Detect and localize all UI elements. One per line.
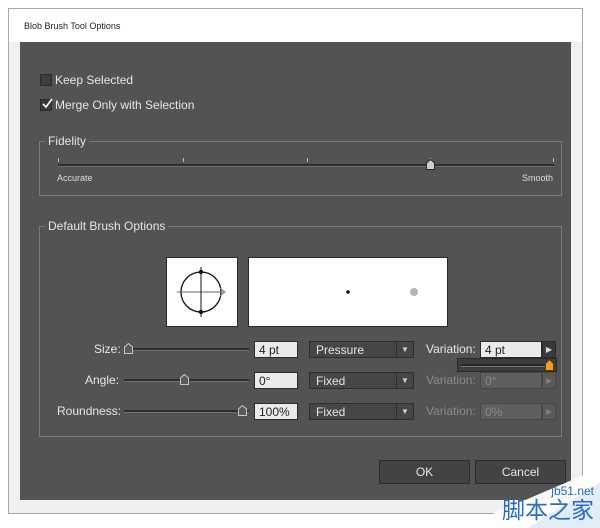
keep-selected-label[interactable]: Keep Selected: [55, 73, 133, 87]
angle-label: Angle:: [85, 373, 120, 387]
fidelity-tick: [58, 158, 59, 162]
size-input[interactable]: 4 pt: [254, 341, 298, 358]
title-bar: Blob Brush Tool Options: [9, 9, 582, 42]
size-variation-popup-button[interactable]: ▶: [542, 341, 556, 358]
angle-variation-label: Variation:: [426, 373, 476, 387]
merge-only-checkbox[interactable]: [40, 98, 53, 111]
variation-popup-track[interactable]: [461, 364, 551, 367]
roundness-slider-track[interactable]: [124, 410, 249, 413]
fidelity-smooth-label: Smooth: [522, 173, 554, 183]
size-method-value: Pressure: [316, 343, 365, 357]
chevron-down-icon: ▼: [396, 404, 413, 419]
size-variation-label: Variation:: [426, 342, 476, 356]
angle-variation-input[interactable]: 0°: [480, 372, 542, 389]
fidelity-accurate-label: Accurate: [57, 173, 93, 183]
merge-only-label[interactable]: Merge Only with Selection: [55, 98, 194, 112]
angle-method-dropdown[interactable]: Fixed ▼: [309, 372, 414, 389]
brush-shape-preview[interactable]: [166, 257, 238, 327]
angle-method-value: Fixed: [316, 374, 346, 388]
dialog-window: Blob Brush Tool Options Keep Selected Me…: [8, 8, 583, 514]
roundness-method-dropdown[interactable]: Fixed ▼: [309, 403, 414, 420]
size-slider-thumb[interactable]: [124, 343, 133, 354]
roundness-method-value: Fixed: [316, 405, 346, 419]
dialog-title: Blob Brush Tool Options: [24, 21, 121, 31]
angle-input[interactable]: 0°: [254, 372, 298, 389]
fidelity-slider-thumb[interactable]: [426, 159, 435, 170]
watermark-text: 脚本之家: [502, 498, 594, 524]
brush-angle-icon: [177, 267, 226, 317]
keep-selected-checkbox[interactable]: [40, 74, 52, 86]
fidelity-tick: [183, 158, 184, 162]
fidelity-legend: Fidelity: [45, 134, 90, 148]
brush-options-legend: Default Brush Options: [45, 219, 169, 233]
chevron-down-icon: ▼: [396, 373, 413, 388]
roundness-slider-thumb[interactable]: [238, 405, 247, 416]
fidelity-tick: [307, 158, 308, 162]
variation-popup-slider[interactable]: [457, 358, 557, 372]
roundness-variation-label: Variation:: [426, 404, 476, 418]
watermark: jb51.net 脚本之家: [460, 468, 600, 528]
ok-button[interactable]: OK: [379, 460, 470, 484]
roundness-label: Roundness:: [57, 404, 122, 418]
angle-variation-popup-button[interactable]: ▶: [542, 372, 556, 389]
brush-size-preview: [248, 257, 448, 327]
fidelity-group: [39, 141, 562, 196]
fidelity-tick: [553, 158, 554, 162]
brush-dots-icon: [346, 288, 418, 296]
checkmark-icon: [42, 98, 53, 109]
angle-slider-thumb[interactable]: [180, 374, 189, 385]
chevron-down-icon: ▼: [396, 342, 413, 357]
variation-popup-thumb[interactable]: [545, 359, 554, 371]
size-variation-input[interactable]: 4 pt: [480, 341, 542, 358]
size-slider-track[interactable]: [124, 348, 249, 351]
roundness-variation-input[interactable]: 0%: [480, 403, 542, 420]
roundness-input[interactable]: 100%: [254, 403, 298, 420]
fidelity-slider-track[interactable]: [58, 164, 554, 167]
size-method-dropdown[interactable]: Pressure ▼: [309, 341, 414, 358]
size-label: Size:: [94, 342, 121, 356]
dialog-content: Keep Selected Merge Only with Selection …: [20, 42, 571, 500]
roundness-variation-popup-button[interactable]: ▶: [542, 403, 556, 420]
